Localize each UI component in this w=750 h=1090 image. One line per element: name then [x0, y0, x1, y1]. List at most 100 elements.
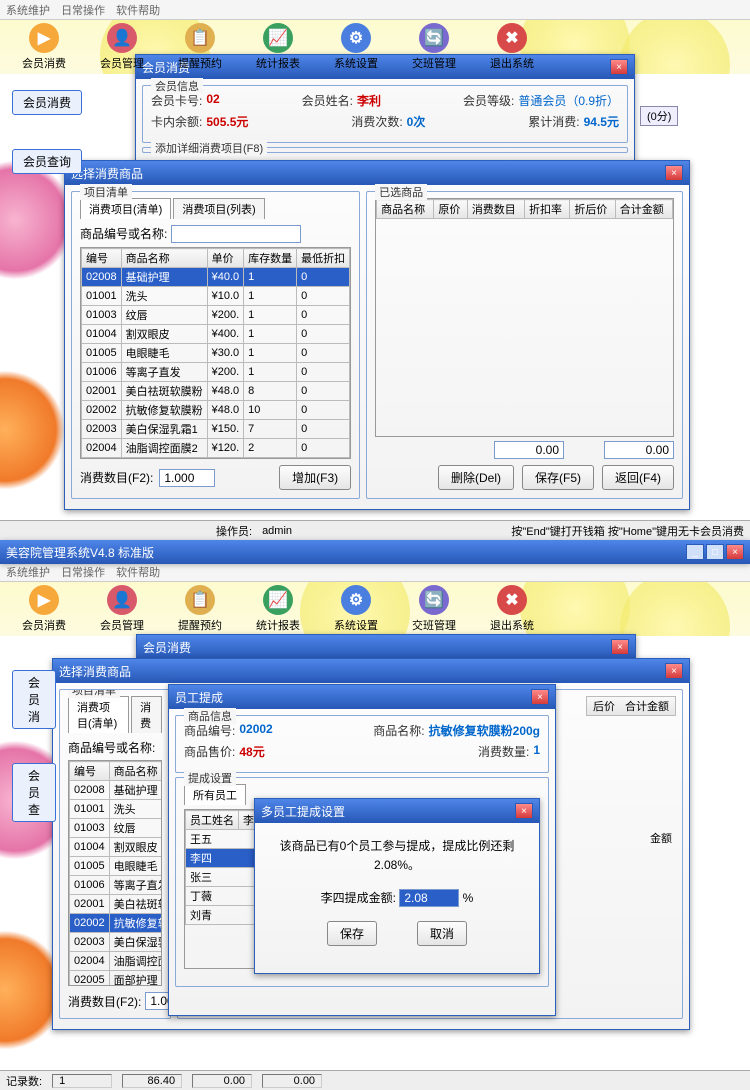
close-icon[interactable]: ×: [515, 803, 533, 819]
close-icon[interactable]: ×: [610, 59, 628, 75]
save-button[interactable]: 保存: [327, 921, 377, 946]
close-icon[interactable]: ×: [726, 544, 744, 560]
product-grid-2[interactable]: 编号商品名称02008基础护理01001洗头01003纹唇01004割双眼皮01…: [69, 761, 162, 986]
toolbar-icon: 📋: [185, 585, 215, 615]
commission-amount-input[interactable]: [399, 889, 459, 907]
table-row[interactable]: 02008基础护理¥40.010: [82, 268, 350, 287]
table-row[interactable]: 02003美白保湿乳霜1¥150.70: [82, 420, 350, 439]
consume-window-peek: 会员消费×: [136, 634, 636, 658]
select-product-window: 选择消费商品 × 项目清单 消费项目(清单) 消费项目(列表) 商品编号或名称:…: [64, 160, 690, 510]
toolbar-会员管理[interactable]: 👤会员管理: [84, 585, 160, 633]
toolbar-统计报表[interactable]: 📈统计报表: [240, 585, 316, 633]
toolbar-icon: ⚙: [341, 23, 371, 53]
multi-commission-dialog: 多员工提成设置 × 该商品已有0个员工参与提成，提成比例还剩2.08%。 李四提…: [254, 798, 540, 974]
tab-all-staff[interactable]: 所有员工: [184, 784, 246, 805]
toolbar-退出系统[interactable]: ✖退出系统: [474, 23, 550, 71]
table-row[interactable]: 02008基础护理: [70, 781, 163, 800]
toolbar-会员管理[interactable]: 👤会员管理: [84, 23, 160, 71]
menu-item[interactable]: 日常操作: [61, 5, 105, 17]
operator-label: 操作员:: [216, 523, 252, 539]
close-icon[interactable]: ×: [665, 663, 683, 679]
side-consume-button[interactable]: 会员消费: [12, 90, 82, 115]
toolbar-提醒预约[interactable]: 📋提醒预约: [162, 585, 238, 633]
cancel-button[interactable]: 取消: [417, 921, 467, 946]
save-button[interactable]: 保存(F5): [522, 465, 594, 490]
product-name: 抗敏修复软膜粉200g: [429, 722, 540, 739]
close-icon[interactable]: ×: [665, 165, 683, 181]
list-item[interactable]: 张三: [186, 868, 265, 887]
delete-button[interactable]: 删除(Del): [438, 465, 514, 490]
status-v3: 0.00: [262, 1074, 322, 1088]
close-icon[interactable]: ×: [531, 689, 549, 705]
toolbar-交班管理[interactable]: 🔄交班管理: [396, 23, 472, 71]
maximize-icon[interactable]: □: [706, 544, 724, 560]
minimize-icon[interactable]: _: [686, 544, 704, 560]
product-grid[interactable]: 编号商品名称单价库存数量最低折扣02008基础护理¥40.01001001洗头¥…: [81, 248, 350, 459]
member-level: 普通会员（0.9折）: [518, 92, 619, 109]
toolbar-会员消费[interactable]: ▶会员消费: [6, 23, 82, 71]
table-row[interactable]: 01003纹唇: [70, 819, 163, 838]
table-row[interactable]: 02004油脂调控面膜2¥120.20: [82, 439, 350, 458]
tab-list[interactable]: 消费项目(清单): [80, 198, 171, 219]
close-icon[interactable]: ×: [611, 639, 629, 655]
tab-list[interactable]: 消费项目(清单): [68, 696, 129, 733]
table-row[interactable]: 02002抗敏修复软膜: [70, 914, 163, 933]
side-query-button[interactable]: 会员查: [12, 763, 56, 822]
product-code: 02002: [239, 722, 272, 739]
list-item[interactable]: 李四: [186, 849, 265, 868]
toolbar-icon: ▶: [29, 23, 59, 53]
side-consume-button[interactable]: 会员消: [12, 670, 56, 729]
status-v1: 86.40: [122, 1074, 182, 1088]
table-row[interactable]: 02001美白祛斑软膜粉¥48.080: [82, 382, 350, 401]
side-query-button[interactable]: 会员查询: [12, 149, 82, 174]
table-row[interactable]: 02004油脂调控面膜: [70, 952, 163, 971]
consume-count: 0次: [407, 113, 426, 130]
table-row[interactable]: 01005电眼睫毛: [70, 857, 163, 876]
table-row[interactable]: 01004割双眼皮¥400.10: [82, 325, 350, 344]
toolbar-系统设置[interactable]: ⚙系统设置: [318, 585, 394, 633]
menu-item[interactable]: 软件帮助: [116, 5, 160, 17]
toolbar-提醒预约[interactable]: 📋提醒预约: [162, 23, 238, 71]
member-name: 李利: [357, 92, 381, 109]
app-title: 美容院管理系统V4.8 标准版: [6, 544, 154, 561]
toolbar-icon: 📈: [263, 23, 293, 53]
toolbar-系统设置[interactable]: ⚙系统设置: [318, 23, 394, 71]
table-row[interactable]: 01001洗头: [70, 800, 163, 819]
qty-input[interactable]: [159, 469, 215, 487]
table-row[interactable]: 01005电眼睫毛¥30.010: [82, 344, 350, 363]
back-button[interactable]: 返回(F4): [602, 465, 674, 490]
consume-total: 94.5元: [584, 113, 619, 130]
table-row[interactable]: 02001美白祛斑软膜: [70, 895, 163, 914]
toolbar-icon: 👤: [107, 585, 137, 615]
table-row[interactable]: 02005面部护理: [70, 971, 163, 987]
balance: 505.5元: [206, 113, 248, 130]
toolbar-退出系统[interactable]: ✖退出系统: [474, 585, 550, 633]
table-row[interactable]: 01006等离子直发: [70, 876, 163, 895]
list-item[interactable]: 王五: [186, 830, 265, 849]
table-row[interactable]: 02005面部护理¥30.010: [82, 458, 350, 460]
employee-list[interactable]: 员工姓名李四王五李四张三丁薇刘青: [185, 810, 264, 925]
table-row[interactable]: 01001洗头¥10.010: [82, 287, 350, 306]
selected-grid[interactable]: 商品名称 原价 消费数目 折扣率 折后价 合计金额: [376, 199, 673, 219]
list-item[interactable]: 刘青: [186, 906, 265, 925]
add-button[interactable]: 增加(F3): [279, 465, 351, 490]
table-row[interactable]: 01003纹唇¥200.10: [82, 306, 350, 325]
toolbar-统计报表[interactable]: 📈统计报表: [240, 23, 316, 71]
toolbar-会员消费[interactable]: ▶会员消费: [6, 585, 82, 633]
table-row[interactable]: 02002抗敏修复软膜粉¥48.0100: [82, 401, 350, 420]
list-item[interactable]: 丁薇: [186, 887, 265, 906]
tab-grid[interactable]: 消费项目(列表): [173, 198, 264, 219]
status-hint: 按"End"键打开钱箱 按"Home"键用无卡会员消费: [511, 523, 744, 539]
product-search-input[interactable]: [171, 225, 301, 243]
table-row[interactable]: 02003美白保湿乳霜: [70, 933, 163, 952]
toolbar-交班管理[interactable]: 🔄交班管理: [396, 585, 472, 633]
tab-grid[interactable]: 消费: [131, 696, 162, 733]
operator: admin: [262, 525, 292, 537]
table-row[interactable]: 01004割双眼皮: [70, 838, 163, 857]
toolbar-icon: ▶: [29, 585, 59, 615]
toolbar-icon: 📋: [185, 23, 215, 53]
product-price: 48元: [239, 743, 264, 760]
toolbar-icon: 👤: [107, 23, 137, 53]
menu-item[interactable]: 系统维护: [6, 5, 50, 17]
table-row[interactable]: 01006等离子直发¥200.10: [82, 363, 350, 382]
